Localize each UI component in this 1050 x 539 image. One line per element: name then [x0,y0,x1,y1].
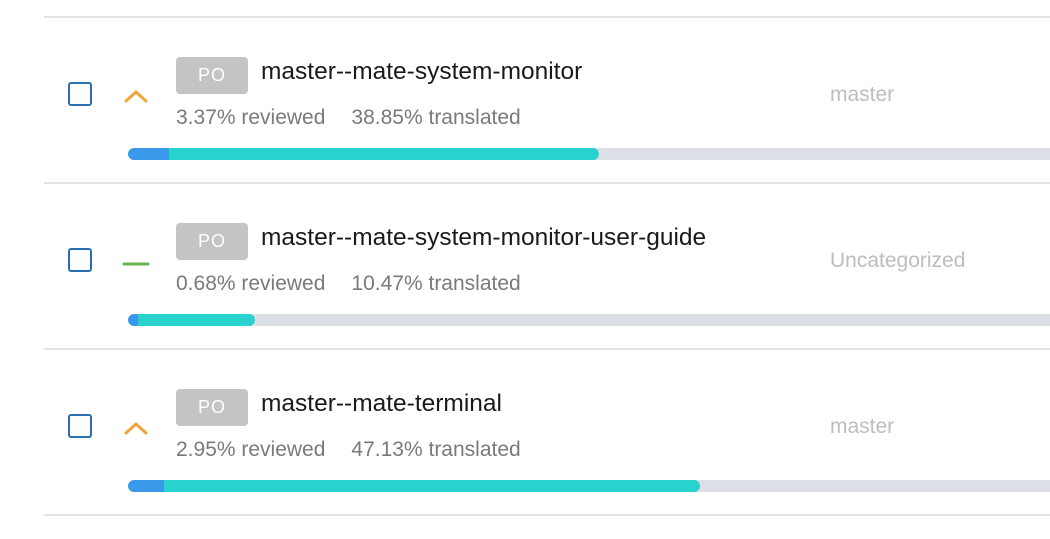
reviewed-percentage: 0.68% reviewed [176,272,326,295]
dash-icon [122,262,150,266]
file-type-badge: PO [176,57,248,94]
row-checkbox[interactable] [68,414,92,438]
document-stats: 2.95% reviewed 47.13% translated [176,438,521,462]
document-name-link[interactable]: master--mate-system-monitor [261,58,582,86]
document-category: master [830,415,895,438]
translated-percentage: 10.47% translated [351,272,521,295]
document-name-link[interactable]: master--mate-system-monitor-user-guide [261,224,706,252]
progress-bar [128,148,1050,160]
translated-progress-fill [128,314,255,326]
reviewed-progress-fill [128,480,164,492]
translated-percentage: 47.13% translated [351,438,521,461]
translated-percentage: 38.85% translated [351,106,521,129]
chevron-up-icon [124,422,148,435]
document-stats: 0.68% reviewed 10.47% translated [176,272,521,296]
document-name-link[interactable]: master--mate-terminal [261,390,502,418]
row-checkbox[interactable] [68,248,92,272]
chevron-up-icon [124,90,148,103]
reviewed-percentage: 2.95% reviewed [176,438,326,461]
reviewed-progress-fill [128,314,138,326]
translated-progress-fill [128,148,599,160]
document-category: Uncategorized [830,249,966,272]
file-type-badge: PO [176,223,248,260]
document-row: PO master--mate-terminal 2.95% reviewed 4… [44,348,1050,516]
reviewed-progress-fill [128,148,169,160]
document-list: PO master--mate-system-monitor 3.37% rev… [44,16,1050,516]
file-type-badge: PO [176,389,248,426]
reviewed-percentage: 3.37% reviewed [176,106,326,129]
progress-bar [128,480,1050,492]
translated-progress-fill [128,480,700,492]
progress-bar [128,314,1050,326]
document-category: master [830,83,895,106]
row-checkbox[interactable] [68,82,92,106]
document-row: PO master--mate-system-monitor-user-guid… [44,182,1050,348]
document-stats: 3.37% reviewed 38.85% translated [176,106,521,130]
document-row: PO master--mate-system-monitor 3.37% rev… [44,16,1050,182]
